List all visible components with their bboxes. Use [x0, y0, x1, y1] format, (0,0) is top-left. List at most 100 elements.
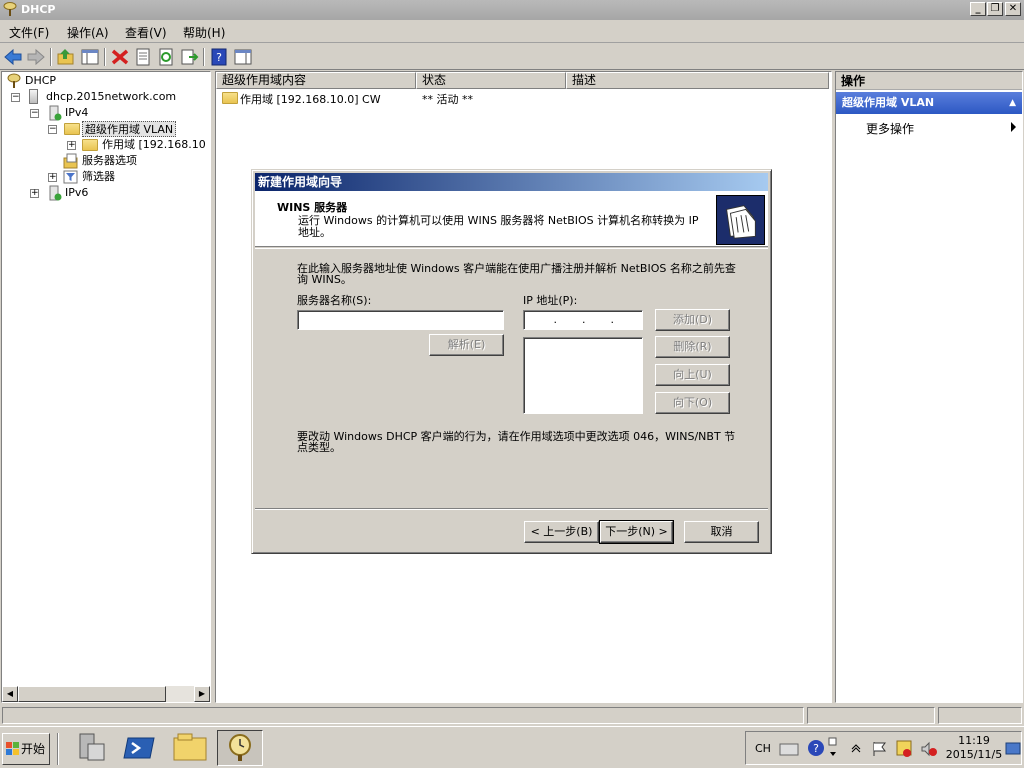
tree-node-scope[interactable]: 作用域 [192.168.10 [102, 137, 206, 153]
clock[interactable]: 11:19 2015/11/5 [944, 734, 1004, 762]
taskbar-separator [57, 733, 59, 765]
status-panel-main [2, 707, 804, 724]
ip-address-input[interactable]: . . . [523, 310, 643, 330]
system-tray: CH ? 11:19 2015/11/5 [745, 731, 1022, 765]
tree-node-superscope[interactable]: 超级作用域 VLAN [82, 121, 177, 137]
server-name-input[interactable] [297, 310, 504, 330]
scope-folder-icon [222, 92, 238, 104]
help-icon[interactable]: ? [209, 47, 229, 67]
tree-node-server[interactable]: dhcp.2015network.com [46, 89, 176, 105]
up-level-icon[interactable] [56, 47, 76, 67]
new-scope-wizard-dialog: 新建作用域向导 WINS 服务器 运行 Windows 的计算机可以使用 WIN… [251, 169, 772, 554]
delete-icon[interactable] [110, 47, 130, 67]
move-up-button[interactable]: 向上(U) [655, 364, 730, 386]
forward-icon[interactable] [26, 47, 46, 67]
more-actions-item[interactable]: 更多操作 [866, 120, 914, 137]
filter-icon [63, 170, 78, 184]
expand-scope-toggle[interactable]: + [67, 141, 76, 150]
console-tree: DHCP − dhcp.2015network.com − IPv4 − 超级作… [1, 71, 211, 703]
scroll-left-button[interactable]: ◀ [2, 686, 18, 702]
minimize-button[interactable]: _ [970, 2, 986, 16]
toolbar-separator [203, 48, 205, 66]
tree-node-ipv6[interactable]: IPv6 [65, 185, 88, 201]
wins-server-list[interactable] [523, 337, 643, 414]
tree-horizontal-scrollbar[interactable]: ◀ ▶ [2, 686, 210, 702]
ipv6-server-icon [49, 185, 62, 201]
table-row[interactable]: 作用域 [192.168.10.0] CW ** 活动 ** [219, 90, 819, 106]
svg-text:?: ? [813, 742, 819, 755]
keyboard-icon[interactable] [779, 740, 799, 758]
dhcp-root-icon [7, 73, 21, 88]
close-button[interactable]: ✕ [1005, 2, 1021, 16]
expand-filters-toggle[interactable]: + [48, 173, 57, 182]
add-button[interactable]: 添加(D) [655, 309, 730, 331]
volume-muted-icon[interactable] [920, 740, 938, 758]
windows-logo-icon [6, 742, 19, 755]
column-header-status[interactable]: 状态 [416, 72, 566, 89]
tree-node-filters[interactable]: 筛选器 [82, 169, 115, 185]
svg-text:?: ? [216, 51, 222, 64]
resolve-button[interactable]: 解析(E) [429, 334, 504, 356]
superscope-folder-icon [64, 123, 80, 135]
server-manager-icon[interactable] [70, 730, 110, 766]
refresh-icon[interactable] [156, 47, 176, 67]
properties-icon[interactable] [133, 47, 153, 67]
show-hide-action-pane-icon[interactable] [233, 47, 253, 67]
expand-ipv6-toggle[interactable]: + [30, 189, 39, 198]
tree-node-dhcp[interactable]: DHCP [25, 73, 56, 89]
server-options-icon [63, 153, 78, 169]
status-panel-3 [938, 707, 1022, 724]
collapse-superscope-toggle[interactable]: − [48, 125, 57, 134]
ime-options-icon[interactable] [828, 736, 838, 762]
wizard-note-text: 要改动 Windows DHCP 客户端的行为，请在作用域选项中更改选项 046… [297, 430, 736, 454]
export-list-icon[interactable] [179, 47, 199, 67]
move-down-button[interactable]: 向下(O) [655, 392, 730, 414]
collapse-server-toggle[interactable]: − [11, 93, 20, 102]
column-header-content[interactable]: 超级作用域内容 [216, 72, 416, 89]
explorer-icon[interactable] [170, 730, 210, 766]
show-hidden-icons-icon[interactable] [851, 743, 861, 753]
wizard-page-subtitle: 运行 Windows 的计算机可以使用 WINS 服务器将 NetBIOS 计算… [298, 214, 699, 239]
update-shield-icon[interactable] [895, 739, 913, 759]
ime-help-icon[interactable]: ? [807, 739, 825, 757]
status-panel-2 [807, 707, 935, 724]
toolbar: ? [0, 44, 1024, 70]
server-icon [29, 89, 38, 104]
remove-button[interactable]: 删除(R) [655, 336, 730, 358]
row-status: ** 活动 ** [422, 93, 473, 106]
wizard-header: WINS 服务器 运行 Windows 的计算机可以使用 WINS 服务器将 N… [255, 191, 768, 247]
wizard-intro-text: 在此输入服务器地址使 Windows 客户端能在使用广播注册并解析 NetBIO… [297, 262, 736, 286]
wizard-folder-icon [716, 195, 765, 245]
show-hide-tree-icon[interactable] [80, 47, 100, 67]
scroll-right-button[interactable]: ▶ [194, 686, 210, 702]
scroll-thumb[interactable] [18, 686, 166, 702]
menu-bar: 文件(F) 操作(A) 查看(V) 帮助(H) [0, 20, 1024, 43]
start-label: 开始 [21, 742, 46, 756]
cancel-button[interactable]: 取消 [684, 521, 759, 543]
header-separator [255, 248, 768, 249]
window-title: DHCP [21, 3, 56, 16]
menu-help[interactable]: 帮助(H) [183, 24, 225, 41]
start-button[interactable]: 开始 [2, 733, 50, 765]
powershell-icon[interactable] [120, 730, 160, 766]
actions-section-superscope[interactable]: 超级作用域 VLAN ▲ [836, 92, 1022, 114]
taskbar: 开始 CH ? 11:19 2015/11/5 [0, 726, 1024, 768]
next-button[interactable]: 下一步(N) > [599, 520, 674, 544]
menu-view[interactable]: 查看(V) [125, 24, 167, 41]
input-language-indicator[interactable]: CH [755, 742, 771, 755]
back-icon[interactable] [3, 47, 23, 67]
dhcp-taskbar-button[interactable] [217, 730, 263, 766]
back-button[interactable]: < 上一步(B) [524, 521, 599, 543]
menu-file[interactable]: 文件(F) [9, 24, 49, 41]
collapse-section-icon[interactable]: ▲ [1009, 92, 1016, 114]
tree-node-server-options[interactable]: 服务器选项 [82, 153, 137, 169]
collapse-ipv4-toggle[interactable]: − [30, 109, 39, 118]
show-desktop-icon[interactable] [1005, 741, 1021, 757]
action-center-flag-icon[interactable] [870, 740, 888, 758]
menu-action[interactable]: 操作(A) [67, 24, 109, 41]
tree-node-ipv4[interactable]: IPv4 [65, 105, 88, 121]
restore-button[interactable]: ❐ [987, 2, 1003, 16]
toolbar-separator [104, 48, 106, 66]
wizard-page-title: WINS 服务器 [277, 201, 348, 214]
column-header-description[interactable]: 描述 [566, 72, 829, 89]
